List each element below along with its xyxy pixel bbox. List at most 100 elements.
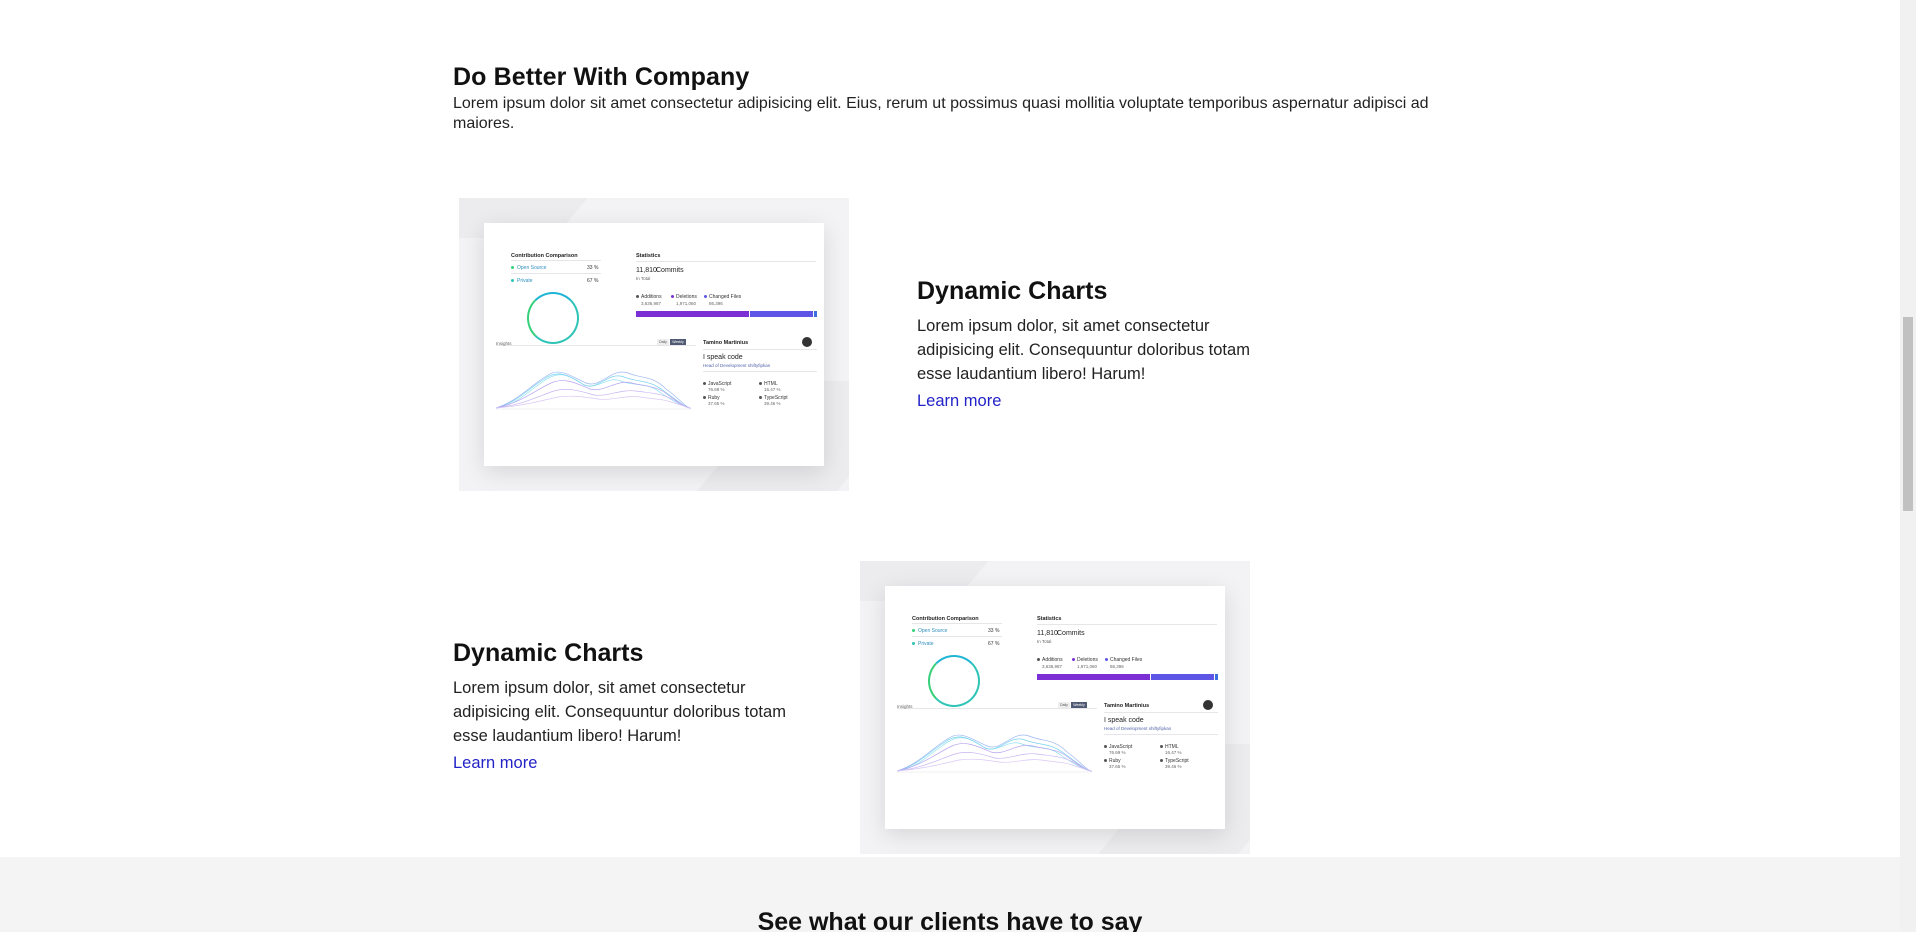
daily-toggle[interactable]: Daily: [1058, 702, 1070, 708]
open-source-dot: [912, 629, 915, 632]
divider: [897, 708, 1097, 709]
feature-2-body: Lorem ipsum dolor, sit amet consectetur …: [453, 679, 786, 745]
lang-ts-pct: 39.46 %: [764, 401, 781, 406]
intro-body: Lorem ipsum dolor sit amet consectetur a…: [453, 95, 1429, 132]
deletions-bar: [636, 311, 749, 317]
changed-label: Changed Files: [709, 294, 742, 300]
ts-dot: [759, 396, 762, 399]
deletions-value: 1,971,060: [1077, 664, 1098, 669]
clients-section: See what our clients have to say: [0, 857, 1900, 932]
additions-value: 3,636,987: [1042, 664, 1063, 669]
in-total: In Total: [1037, 639, 1052, 644]
additions-dot: [636, 295, 639, 298]
profile-name: Tamino Martinius: [703, 340, 749, 346]
additions-bar: [1215, 674, 1218, 680]
lang-ruby-pct: 37.65 %: [1109, 764, 1126, 769]
divider: [1104, 734, 1218, 735]
additions-label: Additions: [1042, 657, 1063, 663]
feature-1-learn-more-link[interactable]: Learn more: [917, 392, 1001, 411]
profile-name: Tamino Martinius: [1104, 703, 1150, 709]
divider: [511, 260, 601, 261]
chart-title: Insights: [897, 704, 913, 709]
lang-ruby-pct: 37.65 %: [708, 401, 725, 406]
open-source-pct: 33 %: [988, 628, 1000, 634]
open-source-label: Open Source: [517, 265, 547, 271]
dashboard-card: Contribution Comparison Open Source 33 %…: [885, 586, 1225, 829]
divider: [703, 371, 817, 372]
dashboard-mockup-image: Contribution Comparison Open Source 33 %…: [459, 198, 849, 491]
donut-chart: [527, 292, 579, 344]
private-pct: 67 %: [988, 641, 1000, 647]
deletions-label: Deletions: [1077, 657, 1098, 663]
divider: [912, 623, 1002, 624]
area-chart: [496, 371, 691, 410]
additions-dot: [1037, 658, 1040, 661]
chart-title: Insights: [496, 341, 512, 346]
html-dot: [1160, 745, 1163, 748]
statistics-title: Statistics: [1037, 616, 1062, 622]
changed-value: 86,396: [709, 301, 723, 306]
divider: [636, 261, 816, 262]
ts-dot: [1160, 759, 1163, 762]
commits-count: 11,810: [636, 267, 657, 274]
deletions-dot: [1072, 658, 1075, 661]
divider: [1037, 624, 1217, 625]
page: Do Better With Company Lorem ipsum dolor…: [0, 0, 1900, 932]
private-pct: 67 %: [587, 278, 599, 284]
private-dot: [912, 642, 915, 645]
profile-tagline: I speak code: [1104, 717, 1144, 724]
additions-value: 3,636,987: [641, 301, 662, 306]
commits-count: 11,810: [1037, 630, 1058, 637]
commits-label: Commits: [656, 267, 684, 274]
feature-1: Dynamic Charts Lorem ipsum dolor, sit am…: [917, 276, 1257, 411]
ruby-dot: [1104, 759, 1107, 762]
private-label: Private: [918, 641, 934, 647]
open-source-pct: 33 %: [587, 265, 599, 271]
weekly-toggle[interactable]: Weekly: [1071, 702, 1087, 708]
profile-role: Head of Development shiftyfipkan: [703, 363, 771, 368]
feature-1-title: Dynamic Charts: [917, 277, 1108, 305]
commits-label: Commits: [1057, 630, 1085, 637]
divider: [496, 345, 696, 346]
scrollbar-thumb[interactable]: [1903, 317, 1913, 511]
lang-html-pct: 16.47 %: [1165, 750, 1182, 755]
private-label: Private: [517, 278, 533, 284]
intro-title: Do Better With Company: [453, 63, 750, 91]
html-dot: [759, 382, 762, 385]
area-chart: [897, 734, 1092, 773]
deletions-bar: [1037, 674, 1150, 680]
deletions-value: 1,971,060: [676, 301, 697, 306]
divider: [912, 636, 1002, 637]
dashboard-card: Contribution Comparison Open Source 33 %…: [484, 223, 824, 466]
page-scrollbar[interactable]: [1900, 0, 1916, 932]
feature-2-learn-more-link[interactable]: Learn more: [453, 754, 537, 773]
additions-bar: [814, 311, 817, 317]
lang-html-pct: 16.47 %: [764, 387, 781, 392]
changed-dot: [1105, 658, 1108, 661]
feature-2-title: Dynamic Charts: [453, 639, 644, 667]
changed-bar: [1151, 674, 1214, 680]
daily-toggle[interactable]: Daily: [657, 339, 669, 345]
weekly-toggle[interactable]: Weekly: [670, 339, 686, 345]
intro-section: Do Better With Company Lorem ipsum dolor…: [453, 62, 1433, 134]
divider: [703, 349, 817, 350]
private-dot: [511, 279, 514, 282]
js-dot: [1104, 745, 1107, 748]
open-source-dot: [511, 266, 514, 269]
js-dot: [703, 382, 706, 385]
contribution-title: Contribution Comparison: [511, 253, 578, 259]
lang-js-pct: 76.69 %: [1109, 750, 1126, 755]
changed-bar: [750, 311, 813, 317]
lang-js-pct: 76.69 %: [708, 387, 725, 392]
feature-2: Dynamic Charts Lorem ipsum dolor, sit am…: [453, 638, 793, 773]
lang-ts-pct: 39.46 %: [1165, 764, 1182, 769]
ruby-dot: [703, 396, 706, 399]
changed-dot: [704, 295, 707, 298]
additions-label: Additions: [641, 294, 662, 300]
donut-chart: [928, 655, 980, 707]
profile-avatar: [1203, 700, 1213, 710]
divider: [511, 273, 601, 274]
open-source-label: Open Source: [918, 628, 948, 634]
clients-title: See what our clients have to say: [757, 908, 1143, 932]
profile-tagline: I speak code: [703, 354, 743, 361]
